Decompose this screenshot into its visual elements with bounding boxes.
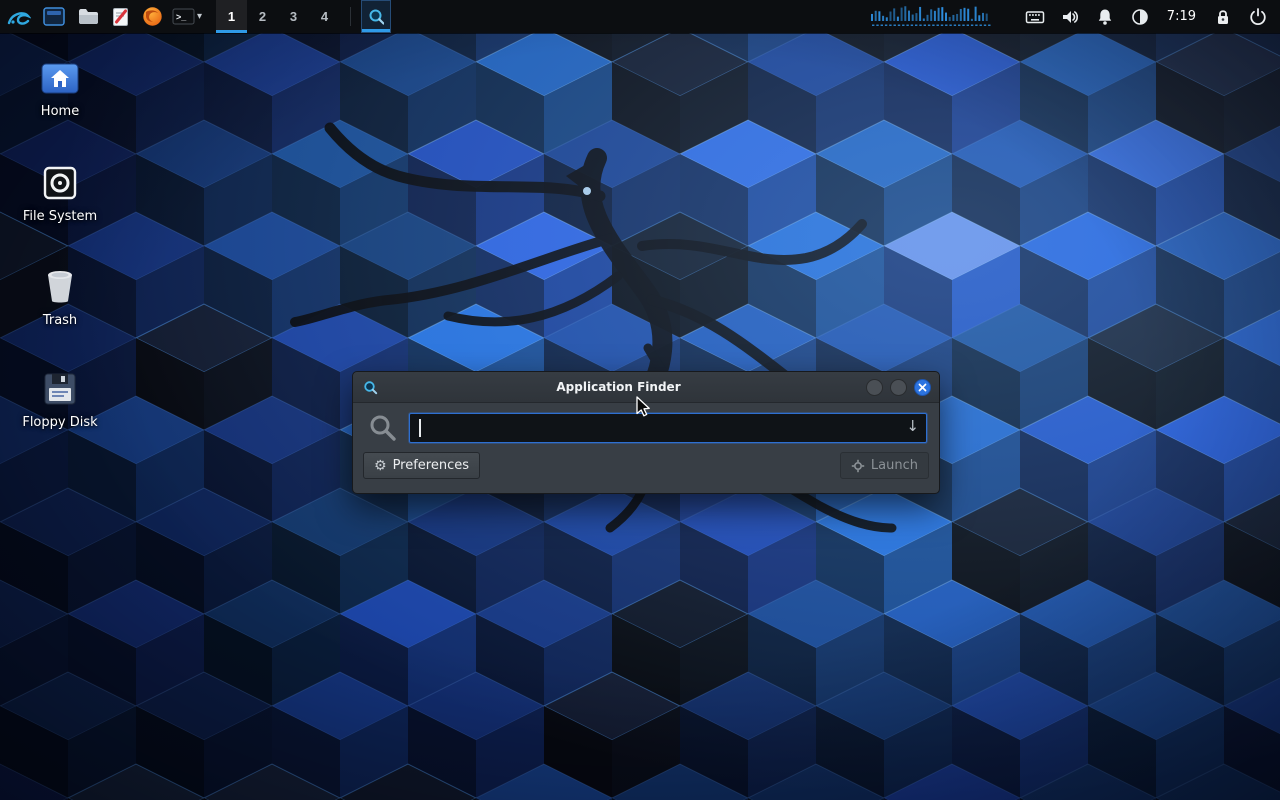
firefox-launcher[interactable] bbox=[136, 0, 168, 33]
search-field[interactable]: ↓ bbox=[409, 413, 927, 443]
firefox-icon bbox=[142, 6, 163, 27]
kali-menu-icon bbox=[5, 5, 31, 29]
system-tray: 7:19 bbox=[1013, 0, 1280, 33]
trash-icon bbox=[43, 268, 77, 304]
status-icon bbox=[1129, 6, 1151, 28]
button-row: ⚙ Preferences Launch bbox=[353, 443, 939, 479]
volume-control[interactable] bbox=[1058, 5, 1082, 29]
launch-button[interactable]: Launch bbox=[840, 452, 929, 479]
application-finder-window: Application Finder ↓ ⚙ bbox=[352, 371, 940, 494]
workspace-button-1[interactable]: 1 bbox=[216, 0, 247, 33]
folder-icon bbox=[78, 8, 99, 25]
desktop-icon-trash[interactable]: Trash bbox=[8, 268, 112, 328]
desktop-icon-floppy-disk[interactable]: Floppy Disk bbox=[8, 372, 112, 430]
speaker-icon bbox=[1059, 6, 1081, 28]
workspace-button-3[interactable]: 3 bbox=[278, 0, 309, 33]
panel-separator bbox=[350, 7, 351, 26]
workspace-number: 2 bbox=[259, 9, 266, 24]
text-editor-launcher[interactable] bbox=[104, 0, 136, 33]
logout-power[interactable] bbox=[1246, 5, 1270, 29]
desktop-icon-label: File System bbox=[23, 209, 97, 224]
application-finder-app-icon bbox=[363, 380, 378, 395]
close-button[interactable] bbox=[914, 379, 931, 396]
top-panel: >_ ▾ 1 2 3 4 bbox=[0, 0, 1280, 33]
file-system-icon bbox=[43, 166, 77, 200]
status-indicator[interactable] bbox=[1128, 5, 1152, 29]
workspace-button-4[interactable]: 4 bbox=[309, 0, 340, 33]
monitor-graph-icon bbox=[871, 4, 999, 30]
keyboard-icon bbox=[1024, 6, 1046, 28]
desktop-icon-label: Trash bbox=[43, 313, 77, 328]
terminal-prompt-glyph: >_ bbox=[176, 12, 187, 22]
preferences-label: Preferences bbox=[393, 458, 469, 473]
desktop: Home File System Trash Floppy Disk bbox=[0, 0, 1280, 800]
home-icon bbox=[41, 62, 79, 95]
launch-label: Launch bbox=[871, 458, 918, 473]
chevron-down-icon[interactable]: ▾ bbox=[197, 11, 202, 22]
power-icon bbox=[1247, 6, 1269, 28]
folder-launcher[interactable] bbox=[72, 0, 104, 33]
desktop-icon-home[interactable]: Home bbox=[8, 62, 112, 119]
gear-icon: ⚙ bbox=[374, 459, 387, 473]
search-icon bbox=[369, 414, 397, 442]
launch-icon bbox=[851, 459, 865, 473]
taskbar-application-finder-button[interactable] bbox=[361, 0, 391, 33]
system-monitor-graph[interactable] bbox=[871, 0, 999, 33]
file-manager-launcher[interactable] bbox=[36, 0, 72, 33]
screen-lock[interactable] bbox=[1211, 5, 1235, 29]
minimize-button[interactable] bbox=[866, 379, 883, 396]
bell-icon bbox=[1094, 6, 1116, 28]
window-title: Application Finder bbox=[378, 380, 859, 394]
workspace-switcher: 1 2 3 4 bbox=[216, 0, 340, 33]
workspace-button-2[interactable]: 2 bbox=[247, 0, 278, 33]
text-caret bbox=[419, 419, 421, 437]
file-manager-icon bbox=[43, 7, 65, 26]
desktop-icon-label: Home bbox=[41, 104, 79, 119]
keyboard-indicator[interactable] bbox=[1023, 5, 1047, 29]
dropdown-arrow-icon[interactable]: ↓ bbox=[906, 417, 919, 435]
lock-icon bbox=[1212, 6, 1234, 28]
desktop-icon-label: Floppy Disk bbox=[22, 415, 97, 430]
desktop-icon-file-system[interactable]: File System bbox=[8, 166, 112, 224]
workspace-number: 1 bbox=[228, 9, 235, 24]
clock[interactable]: 7:19 bbox=[1163, 9, 1200, 24]
workspace-number: 4 bbox=[321, 9, 328, 24]
preferences-button[interactable]: ⚙ Preferences bbox=[363, 452, 480, 479]
maximize-button[interactable] bbox=[890, 379, 907, 396]
terminal-icon: >_ bbox=[172, 8, 195, 25]
terminal-launcher[interactable]: >_ ▾ bbox=[168, 0, 206, 33]
floppy-disk-icon bbox=[43, 372, 77, 406]
notifications[interactable] bbox=[1093, 5, 1117, 29]
mouse-cursor bbox=[636, 396, 656, 420]
text-editor-icon bbox=[112, 7, 129, 27]
applications-menu-button[interactable] bbox=[0, 0, 36, 33]
workspace-number: 3 bbox=[290, 9, 297, 24]
application-finder-task-icon bbox=[368, 8, 384, 26]
close-icon bbox=[918, 383, 927, 392]
search-input[interactable] bbox=[410, 414, 926, 442]
